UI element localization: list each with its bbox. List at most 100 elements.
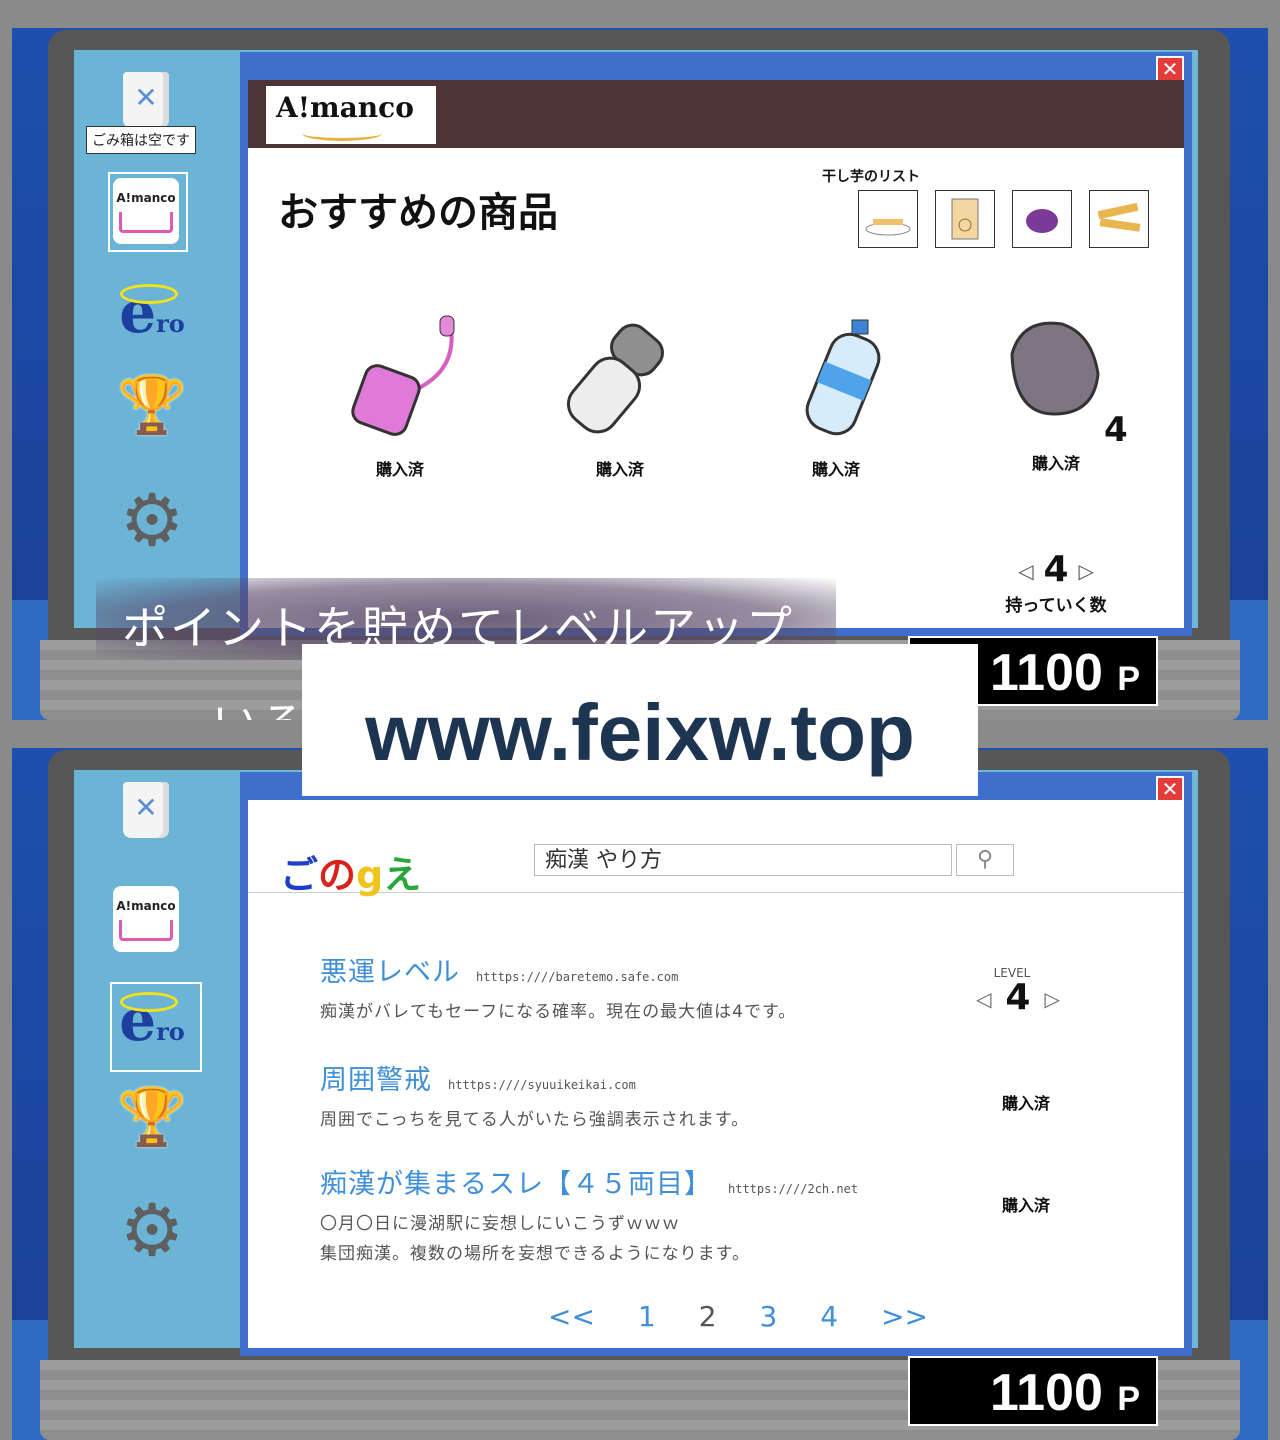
search-input[interactable]: 痴漢 やり方 (534, 844, 952, 876)
page-link[interactable]: 4 (820, 1300, 838, 1333)
panel-search: ✕ A!manco ero 🏆 ⚙ ✕ ごのgえ 痴漢 やり方 ⚲ 悪運レベル … (0, 720, 1280, 1440)
points-display: 1100 P (908, 1356, 1158, 1426)
trash-app[interactable]: ✕ (106, 72, 186, 128)
search-button[interactable]: ⚲ (956, 844, 1014, 876)
pagination: << 1 2 3 4 >> (548, 1300, 928, 1333)
result-title[interactable]: 悪運レベル (320, 957, 460, 988)
logo-smile-icon (302, 126, 382, 141)
almanco-app[interactable]: A!manco (106, 178, 186, 244)
ero-browser-icon: ero (119, 278, 185, 346)
result-title[interactable]: 痴漢が集まるスレ【４５両目】 (320, 1169, 712, 1200)
page-link[interactable]: 3 (759, 1300, 777, 1333)
browser-window: ✕ ごのgえ 痴漢 やり方 ⚲ 悪運レベル htttps:////baretemo… (240, 772, 1192, 1356)
cart-icon (119, 212, 173, 233)
search-engine-logo[interactable]: ごのgえ (280, 844, 421, 899)
level-prev-button[interactable]: ◁ (976, 987, 991, 1011)
potato-slot-4[interactable] (1089, 190, 1149, 248)
almanco-app[interactable]: A!manco (106, 886, 186, 952)
points-unit: P (1117, 660, 1140, 698)
trophy-app[interactable]: 🏆 (112, 376, 192, 436)
section-title: おすすめの商品 (278, 190, 558, 236)
purchased-badge: 購入済 (1002, 1094, 1051, 1113)
store-header: A!manco (248, 80, 1184, 148)
result-description: 痴漢がバレてもセーフになる確率。現在の最大値は4です。 (320, 1002, 797, 1022)
pink-vibrator-icon (351, 315, 455, 436)
trash-app[interactable]: ✕ (106, 782, 186, 838)
gear-icon: ⚙ (119, 1188, 185, 1272)
cart-icon (119, 920, 173, 941)
potato-slot-2[interactable] (935, 190, 995, 248)
panel-store: ✕ ごみ箱は空です A!manco ero 🏆 ⚙ ✕ A!manco おすすめ… (0, 0, 1280, 720)
product-status: 購入済 (811, 460, 860, 479)
store-content: A!manco おすすめの商品 干し芋のリスト 購入済 購入済 購入済 購入済 … (248, 80, 1184, 628)
massager-icon (566, 323, 664, 434)
stone-count: 4 (1104, 410, 1128, 450)
level-next-button[interactable]: ▷ (1044, 987, 1059, 1011)
potato-slot-1[interactable] (858, 190, 918, 248)
level-value: 4 (1005, 977, 1031, 1018)
result-url: htttps:////syuuikeikai.com (448, 1078, 636, 1092)
trash-tooltip: ごみ箱は空です (86, 126, 196, 154)
purchased-badge: 購入済 (1002, 1196, 1051, 1215)
water-bottle-icon (805, 319, 881, 436)
watermark: www.feixw.top (302, 644, 978, 796)
search-icon: ⚲ (976, 847, 994, 872)
search-result[interactable]: 痴漢が集まるスレ【４５両目】 htttps:////2ch.net 〇月〇日に漫湖… (320, 1162, 960, 1269)
potato-bag-icon (951, 198, 979, 240)
potato-slot-3[interactable] (1012, 190, 1072, 248)
trash-icon: ✕ (123, 72, 169, 128)
potato-sticks-icon (1097, 202, 1141, 232)
result-description: 〇月〇日に漫湖駅に妄想しにいこうずｗｗｗ (320, 1214, 680, 1234)
ero-browser-app[interactable]: ero (112, 282, 192, 354)
halo-icon (120, 992, 178, 1012)
search-result[interactable]: 周囲警戒 htttps:////syuuikeikai.com 周囲でこっちを見て… (320, 1058, 960, 1135)
ero-browser-icon: ero (119, 986, 185, 1054)
trophy-app[interactable]: 🏆 (112, 1088, 192, 1148)
browser-content: ごのgえ 痴漢 やり方 ⚲ 悪運レベル htttps:////baretemo.s… (248, 800, 1184, 1348)
carry-count-control: ◁ 4 ▷ 持っていく数 (996, 549, 1116, 617)
almanco-icon-label: A!manco (116, 899, 176, 913)
points-value: 1100 (990, 644, 1103, 702)
carry-next-button[interactable]: ▷ (1079, 559, 1094, 583)
carry-prev-button[interactable]: ◁ (1018, 559, 1033, 583)
store-logo[interactable]: A!manco (266, 86, 436, 144)
carry-value: 4 (1043, 549, 1069, 590)
product-card[interactable]: 購入済 (756, 310, 916, 480)
almanco-icon-label: A!manco (116, 191, 176, 205)
page-next-button[interactable]: >> (881, 1300, 928, 1333)
search-result[interactable]: 悪運レベル htttps:////baretemo.safe.com 痴漢がバレて… (320, 950, 960, 1027)
gear-icon: ⚙ (119, 478, 185, 562)
trophy-icon: 🏆 (117, 1085, 187, 1150)
page-prev-button[interactable]: << (548, 1300, 595, 1333)
settings-app[interactable]: ⚙ (112, 478, 192, 562)
result-description: 集団痴漢。複数の場所を妄想できるようになります。 (320, 1244, 750, 1264)
settings-app[interactable]: ⚙ (112, 1188, 192, 1272)
result-description: 周囲でこっちを見てる人がいたら強調表示されます。 (320, 1110, 750, 1130)
page-current: 2 (698, 1300, 717, 1333)
result-url: htttps:////2ch.net (728, 1182, 859, 1196)
store-window: ✕ A!manco おすすめの商品 干し芋のリスト 購入済 購入済 購入済 購入… (240, 52, 1192, 636)
page-link[interactable]: 1 (638, 1300, 656, 1333)
product-card[interactable]: 購入済 (320, 310, 480, 480)
search-header: ごのgえ 痴漢 やり方 ⚲ (248, 800, 1184, 897)
trophy-icon: 🏆 (117, 373, 187, 438)
product-card[interactable]: 購入済 (540, 310, 700, 480)
product-status: 購入済 (1031, 454, 1080, 473)
halo-icon (120, 284, 178, 304)
result-title[interactable]: 周囲警戒 (320, 1065, 432, 1096)
points-value: 1100 (990, 1364, 1103, 1422)
ero-browser-app[interactable]: ero (112, 990, 192, 1062)
result-url: htttps:////baretemo.safe.com (476, 970, 679, 984)
potato-list-title: 干し芋のリスト (822, 169, 920, 185)
trash-icon: ✕ (123, 782, 169, 838)
dried-potato-plate-icon (865, 219, 911, 236)
sweet-potato-icon (1026, 209, 1058, 233)
almanco-app-icon: A!manco (113, 178, 179, 244)
product-status: 購入済 (595, 460, 644, 479)
caption-line-2: いろ (212, 688, 308, 720)
carry-label: 持っていく数 (1005, 596, 1107, 616)
points-unit: P (1117, 1380, 1140, 1418)
product-status: 購入済 (375, 460, 424, 479)
level-control: LEVEL ◁ 4 ▷ (962, 966, 1062, 1017)
almanco-app-icon: A!manco (113, 886, 179, 952)
